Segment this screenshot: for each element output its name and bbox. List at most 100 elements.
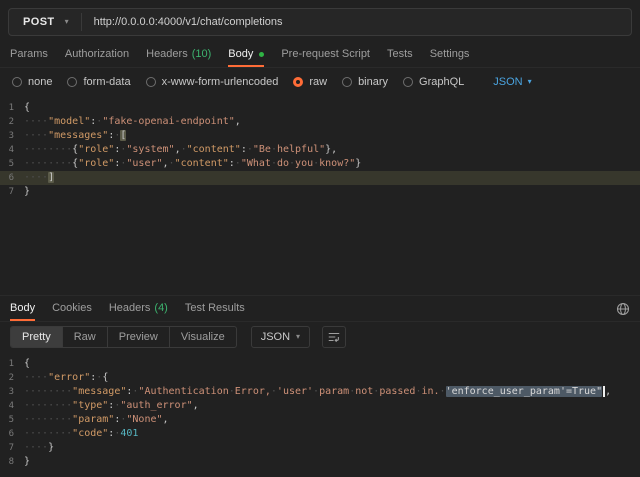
globe-icon[interactable] xyxy=(616,302,630,316)
response-toolbar: Pretty Raw Preview Visualize JSON ▾ xyxy=(0,322,640,352)
radio-icon xyxy=(146,77,156,87)
line-number: 8 xyxy=(0,455,24,469)
line-number: 6 xyxy=(0,427,24,441)
response-tabs: Body Cookies Headers (4) Test Results xyxy=(0,296,640,322)
line-number: 6 xyxy=(0,171,24,185)
tab-settings[interactable]: Settings xyxy=(430,42,470,67)
code-text: { xyxy=(24,357,30,371)
code-line[interactable]: 5········{"role":·"user",·"content":·"Wh… xyxy=(0,157,640,171)
tab-body[interactable]: Body xyxy=(228,42,264,67)
code-text: ····"error":·{ xyxy=(24,371,108,385)
code-line[interactable]: 6········"code":·401 xyxy=(0,427,640,441)
code-line[interactable]: 8} xyxy=(0,455,640,469)
bodytype-label: x-www-form-urlencoded xyxy=(162,76,279,88)
code-text: ········{"role":·"user",·"content":·"Wha… xyxy=(24,157,361,171)
tab-label: Authorization xyxy=(65,48,129,60)
line-number: 7 xyxy=(0,441,24,455)
code-line[interactable]: 3····"messages":·[ xyxy=(0,129,640,143)
code-text: ········{"role":·"system",·"content":·"B… xyxy=(24,143,337,157)
chevron-down-icon: ▾ xyxy=(65,18,69,26)
tab-label: Cookies xyxy=(52,302,92,314)
request-bar: POST ▾ http://0.0.0.0:4000/v1/chat/compl… xyxy=(0,0,640,42)
code-line[interactable]: 6····] xyxy=(0,171,640,185)
code-text: ········"code":·401 xyxy=(24,427,138,441)
headers-count: (4) xyxy=(154,302,167,314)
tab-tests[interactable]: Tests xyxy=(387,42,413,67)
language-label: JSON xyxy=(493,76,522,88)
bodytype-label: raw xyxy=(309,76,327,88)
response-body-editor[interactable]: 1{2····"error":·{3········"message":·"Au… xyxy=(0,352,640,469)
body-content-dot-icon xyxy=(259,52,264,57)
tab-authorization[interactable]: Authorization xyxy=(65,42,129,67)
line-number: 4 xyxy=(0,143,24,157)
url-bar: POST ▾ http://0.0.0.0:4000/v1/chat/compl… xyxy=(8,8,632,36)
line-number: 1 xyxy=(0,357,24,371)
code-line[interactable]: 7····} xyxy=(0,441,640,455)
chevron-down-icon: ▾ xyxy=(528,78,532,86)
request-language-select[interactable]: JSON ▾ xyxy=(493,76,531,88)
radio-selected-icon xyxy=(293,77,303,87)
code-line[interactable]: 4········"type":·"auth_error", xyxy=(0,399,640,413)
bodytype-label: binary xyxy=(358,76,388,88)
view-mode-raw[interactable]: Raw xyxy=(63,327,108,347)
code-line[interactable]: 2····"error":·{ xyxy=(0,371,640,385)
request-body-editor[interactable]: 1{2····"model":·"fake-openai-endpoint",3… xyxy=(0,96,640,296)
tab-params[interactable]: Params xyxy=(10,42,48,67)
bodytype-form-data[interactable]: form-data xyxy=(67,76,130,88)
view-mode-label: Raw xyxy=(74,331,96,343)
bodytype-raw[interactable]: raw xyxy=(293,76,327,88)
bodytype-binary[interactable]: binary xyxy=(342,76,388,88)
response-language-select[interactable]: JSON ▾ xyxy=(251,326,310,348)
code-text: ····"model":·"fake-openai-endpoint", xyxy=(24,115,241,129)
bodytype-label: GraphQL xyxy=(419,76,464,88)
response-tab-test-results[interactable]: Test Results xyxy=(185,296,245,321)
response-tab-cookies[interactable]: Cookies xyxy=(52,296,92,321)
view-mode-label: Visualize xyxy=(181,331,225,343)
text-selection: 'enforce_user_param'=True" xyxy=(446,386,603,397)
request-tabs: Params Authorization Headers (10) Body P… xyxy=(0,42,640,68)
tab-label: Tests xyxy=(387,48,413,60)
bodytype-label: form-data xyxy=(83,76,130,88)
method-label: POST xyxy=(23,16,55,28)
code-line[interactable]: 3········"message":·"Authentication·Erro… xyxy=(0,385,640,399)
method-select[interactable]: POST ▾ xyxy=(9,9,81,35)
code-line[interactable]: 4········{"role":·"system",·"content":·"… xyxy=(0,143,640,157)
code-text: ········"param":·"None", xyxy=(24,413,169,427)
view-mode-label: Preview xyxy=(119,331,158,343)
url-input[interactable]: http://0.0.0.0:4000/v1/chat/completions xyxy=(82,16,631,28)
code-line[interactable]: 2····"model":·"fake-openai-endpoint", xyxy=(0,115,640,129)
bodytype-x-www-form-urlencoded[interactable]: x-www-form-urlencoded xyxy=(146,76,279,88)
code-line[interactable]: 1{ xyxy=(0,357,640,371)
line-number: 1 xyxy=(0,101,24,115)
tab-label: Test Results xyxy=(185,302,245,314)
code-line[interactable]: 5········"param":·"None", xyxy=(0,413,640,427)
radio-icon xyxy=(12,77,22,87)
view-mode-pretty[interactable]: Pretty xyxy=(11,327,63,347)
tab-label: Headers xyxy=(146,48,188,60)
view-mode-label: Pretty xyxy=(22,331,51,343)
headers-count: (10) xyxy=(192,48,212,60)
code-line[interactable]: 7} xyxy=(0,185,640,199)
line-number: 5 xyxy=(0,413,24,427)
bodytype-label: none xyxy=(28,76,52,88)
response-tab-headers[interactable]: Headers (4) xyxy=(109,296,168,321)
code-line[interactable]: 1{ xyxy=(0,101,640,115)
tab-pre-request-script[interactable]: Pre-request Script xyxy=(281,42,370,67)
view-mode-preview[interactable]: Preview xyxy=(108,327,170,347)
bodytype-none[interactable]: none xyxy=(12,76,52,88)
code-text: ····] xyxy=(24,171,54,185)
chevron-down-icon: ▾ xyxy=(296,333,300,341)
wrap-lines-button[interactable] xyxy=(322,326,346,348)
line-number: 5 xyxy=(0,157,24,171)
bracket-match-highlight: [ xyxy=(120,130,126,141)
response-tab-body[interactable]: Body xyxy=(10,296,35,321)
bodytype-graphql[interactable]: GraphQL xyxy=(403,76,464,88)
radio-icon xyxy=(67,77,77,87)
radio-icon xyxy=(403,77,413,87)
tab-label: Body xyxy=(10,302,35,314)
line-number: 3 xyxy=(0,385,24,399)
body-type-row: none form-data x-www-form-urlencoded raw… xyxy=(0,68,640,96)
view-mode-visualize[interactable]: Visualize xyxy=(170,327,236,347)
line-number: 3 xyxy=(0,129,24,143)
tab-headers[interactable]: Headers (10) xyxy=(146,42,211,67)
